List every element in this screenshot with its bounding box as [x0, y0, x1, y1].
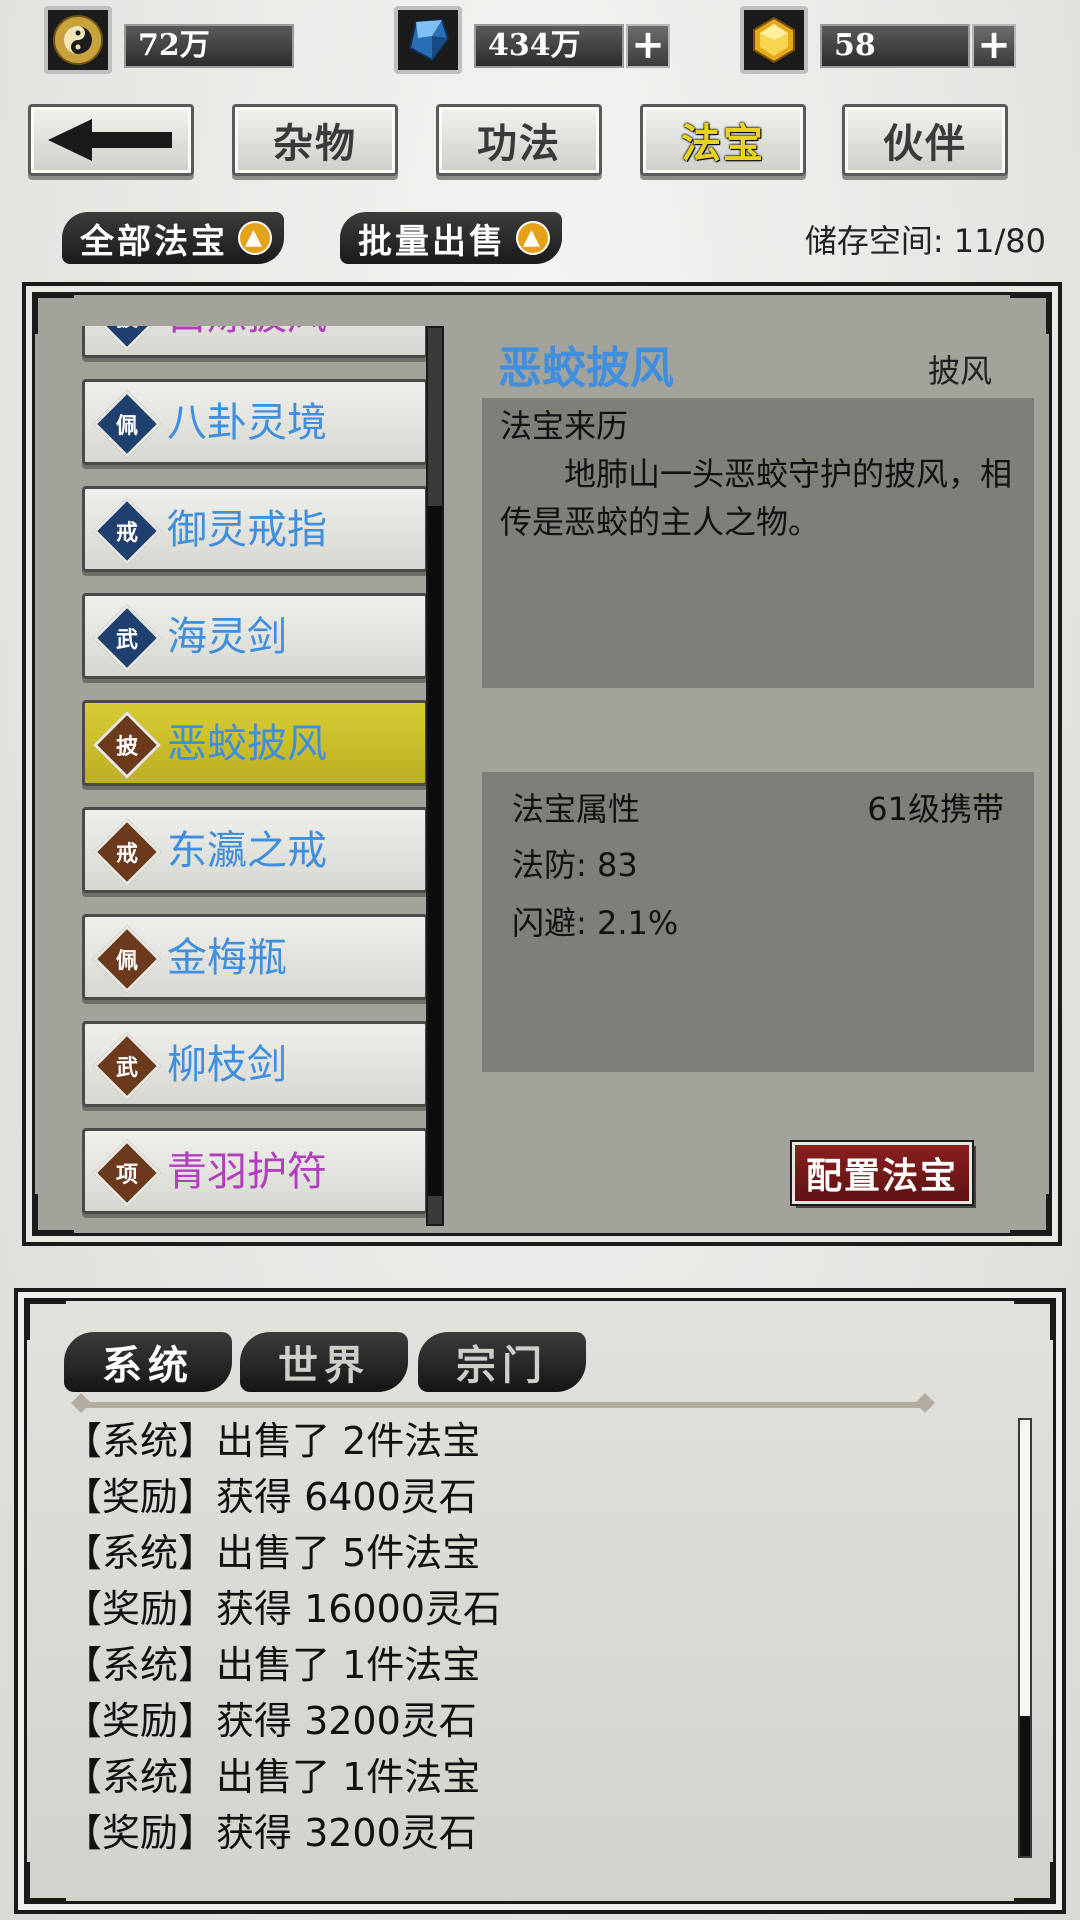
artifact-name: 青羽护符 [167, 1149, 327, 1195]
artifact-type-badge-icon: 佩 [93, 925, 161, 993]
chat-message: 【奖励】获得 6400灵石 [64, 1475, 477, 1519]
artifact-list-item[interactable]: 戒 御灵戒指 [82, 486, 428, 572]
artifact-type-badge-icon: 佩 [93, 390, 161, 458]
resource-gold: 58 + [740, 6, 1020, 76]
yin-yang-icon [44, 6, 112, 74]
back-arrow-icon [48, 119, 172, 161]
artifact-list-scroll-thumb[interactable] [428, 506, 442, 1196]
add-gold-button[interactable]: + [972, 24, 1016, 68]
gold-amount: 58 [820, 24, 970, 68]
corner-ornament [26, 1862, 66, 1902]
level-requirement: 61级携带 [867, 790, 1004, 828]
artifact-panel: 披白炼披风佩八卦灵境戒御灵戒指武海灵剑披恶蛟披风戒东瀛之戒佩金梅瓶武柳枝剑项青羽… [22, 282, 1062, 1246]
filter-all-artifacts-button[interactable]: 全部法宝 ▲ [62, 212, 284, 264]
storage-capacity: 储存空间: 11/80 [804, 222, 1046, 260]
artifact-list-item[interactable]: 戒 东瀛之戒 [82, 807, 428, 893]
chat-scroll-thumb[interactable] [1020, 1716, 1030, 1856]
artifact-title: 恶蛟披风 [498, 343, 674, 394]
resource-crystal: 434万 + [394, 6, 674, 76]
artifact-list-item[interactable]: 佩 八卦灵境 [82, 379, 428, 465]
back-button[interactable] [28, 104, 194, 176]
badge-glyph: 佩 [115, 413, 138, 439]
chat-panel: 系统 世界 宗门 【系统】出售了 2件法宝 【奖励】获得 6400灵石 【系统】出售… [14, 1288, 1066, 1914]
corner-ornament [1010, 294, 1050, 334]
chat-message: 【奖励】获得 3200灵石 [64, 1699, 477, 1743]
tab-artifacts[interactable]: 法宝 [640, 104, 806, 176]
artifact-list-item[interactable]: 佩 金梅瓶 [82, 914, 428, 1000]
origin-description: 地肺山一头恶蛟守护的披风，相传是恶蛟的主人之物。 [500, 455, 1013, 541]
origin-heading: 法宝来历 [500, 407, 629, 445]
artifact-list-item[interactable]: 武 柳枝剑 [82, 1021, 428, 1107]
bulk-sell-button[interactable]: 批量出售 ▲ [340, 212, 562, 264]
artifact-list-item[interactable]: 武 海灵剑 [82, 593, 428, 679]
corner-ornament [1014, 1300, 1054, 1340]
tab-system[interactable]: 系统 [64, 1332, 232, 1392]
artifact-type-badge-icon: 武 [93, 1032, 161, 1100]
artifact-name: 御灵戒指 [167, 507, 327, 553]
badge-glyph: 戒 [115, 520, 138, 546]
badge-glyph: 戒 [115, 841, 138, 867]
bulk-sell-label: 批量出售 [358, 221, 506, 262]
badge-glyph: 披 [115, 734, 138, 760]
corner-ornament [1010, 1194, 1050, 1234]
badge-glyph: 佩 [115, 948, 138, 974]
filter-label: 全部法宝 [80, 221, 228, 262]
chat-message: 【系统】出售了 1件法宝 [64, 1755, 481, 1799]
tab-companions[interactable]: 伙伴 [842, 104, 1008, 176]
tab-misc[interactable]: 杂物 [232, 104, 398, 176]
artifact-list-item[interactable]: 披 恶蛟披风 [82, 700, 428, 786]
equip-artifact-button[interactable]: 配置法宝 [790, 1140, 974, 1206]
artifact-type: 披风 [927, 352, 992, 390]
chat-message: 【系统】出售了 5件法宝 [64, 1531, 481, 1575]
artifact-type-badge-icon: 戒 [93, 497, 161, 565]
tab-skills[interactable]: 功法 [436, 104, 602, 176]
artifact-origin-box: 法宝来历 地肺山一头恶蛟守护的披风，相传是恶蛟的主人之物。 [482, 398, 1034, 688]
crystal-amount: 434万 [474, 24, 624, 68]
artifact-list-item[interactable]: 披 白炼披风 [82, 326, 428, 358]
stat-magic-defense: 法防: 83 [512, 846, 638, 884]
corner-ornament [1014, 1862, 1054, 1902]
chat-divider [82, 1402, 924, 1408]
artifact-type-badge-icon: 戒 [93, 818, 161, 886]
arrow-up-icon: ▲ [516, 221, 550, 255]
chat-message: 【系统】出售了 1件法宝 [64, 1643, 481, 1687]
artifact-name: 东瀛之戒 [167, 828, 327, 874]
tab-sect[interactable]: 宗门 [418, 1332, 586, 1392]
corner-ornament [26, 1300, 66, 1340]
artifact-name: 金梅瓶 [167, 935, 287, 981]
chat-message: 【奖励】获得 3200灵石 [64, 1811, 477, 1855]
artifact-name: 八卦灵境 [167, 400, 327, 446]
artifact-list-item[interactable]: 项 青羽护符 [82, 1128, 428, 1214]
artifact-name: 海灵剑 [167, 614, 287, 660]
blue-crystal-icon [394, 6, 462, 74]
artifact-type-badge-icon: 项 [93, 1139, 161, 1207]
resource-taiji: 72万 [44, 6, 294, 76]
taiji-amount: 72万 [124, 24, 294, 68]
arrow-up-icon: ▲ [238, 221, 272, 255]
chat-message: 【奖励】获得 16000灵石 [64, 1587, 501, 1631]
artifact-name: 恶蛟披风 [167, 721, 327, 767]
artifact-attributes-box: 法宝属性 61级携带 法防: 83 闪避: 2.1% [482, 772, 1034, 1072]
add-crystal-button[interactable]: + [626, 24, 670, 68]
badge-glyph: 武 [115, 1055, 138, 1081]
badge-glyph: 项 [115, 1162, 138, 1188]
stat-dodge: 闪避: 2.1% [512, 904, 679, 942]
artifact-list[interactable]: 披白炼披风佩八卦灵境戒御灵戒指武海灵剑披恶蛟披风戒东瀛之戒佩金梅瓶武柳枝剑项青羽… [62, 326, 442, 1226]
chat-message: 【系统】出售了 2件法宝 [64, 1419, 481, 1463]
artifact-type-badge-icon: 披 [93, 711, 161, 779]
gold-gem-icon [740, 6, 808, 74]
attributes-heading: 法宝属性 [512, 790, 641, 828]
artifact-name: 柳枝剑 [167, 1042, 287, 1088]
artifact-type-badge-icon: 武 [93, 604, 161, 672]
badge-glyph: 武 [115, 627, 138, 653]
badge-glyph: 披 [106, 326, 148, 338]
tab-world[interactable]: 世界 [240, 1332, 408, 1392]
artifact-name: 白炼披风 [167, 326, 327, 343]
artifact-type-badge-icon: 披 [93, 326, 161, 351]
